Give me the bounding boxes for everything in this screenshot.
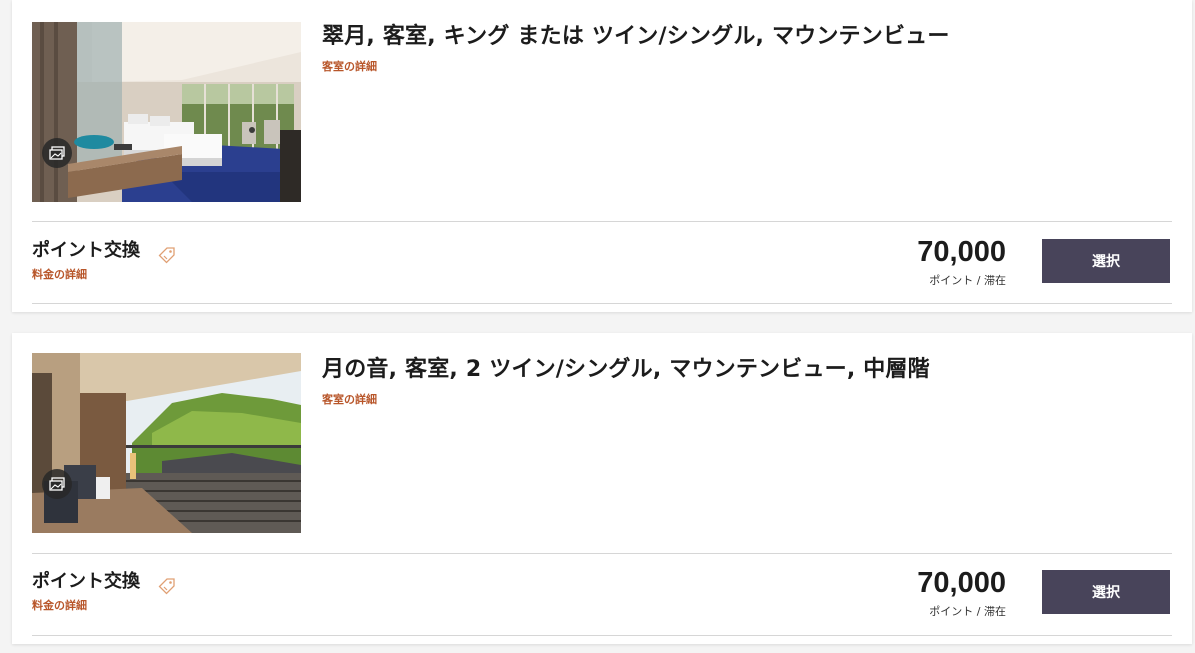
room-photo[interactable] [32,353,301,533]
photo-gallery-icon[interactable] [42,138,72,168]
price-amount: 70,000 [917,567,1006,599]
price-tag-icon [158,578,175,595]
room-card: 月の音, 客室, 2 ツイン/シングル, マウンテンビュー, 中層階 客室の詳細… [12,333,1192,644]
room-photo[interactable] [32,22,301,202]
rate-name: ポイント交換 [32,240,140,261]
divider [32,221,1172,222]
room-details-link[interactable]: 客室の詳細 [322,391,377,407]
rate-details-link[interactable]: 料金の詳細 [32,266,87,282]
rate-details-link[interactable]: 料金の詳細 [32,597,87,613]
room-card: 翠月, 客室, キング または ツイン/シングル, マウンテンビュー 客室の詳細… [12,0,1192,312]
select-button[interactable]: 選択 [1042,570,1170,614]
divider [32,635,1172,636]
select-button[interactable]: 選択 [1042,239,1170,283]
room-details-link[interactable]: 客室の詳細 [322,58,377,74]
price-tag-icon [158,247,175,264]
room-title: 月の音, 客室, 2 ツイン/シングル, マウンテンビュー, 中層階 [322,357,930,382]
photo-gallery-icon[interactable] [42,469,72,499]
price-amount: 70,000 [917,236,1006,268]
price-unit: ポイント / 滞在 [929,274,1006,287]
rate-name: ポイント交換 [32,571,140,592]
divider [32,553,1172,554]
room-title: 翠月, 客室, キング または ツイン/シングル, マウンテンビュー [322,24,950,49]
divider [32,303,1172,304]
price-unit: ポイント / 滞在 [929,605,1006,618]
